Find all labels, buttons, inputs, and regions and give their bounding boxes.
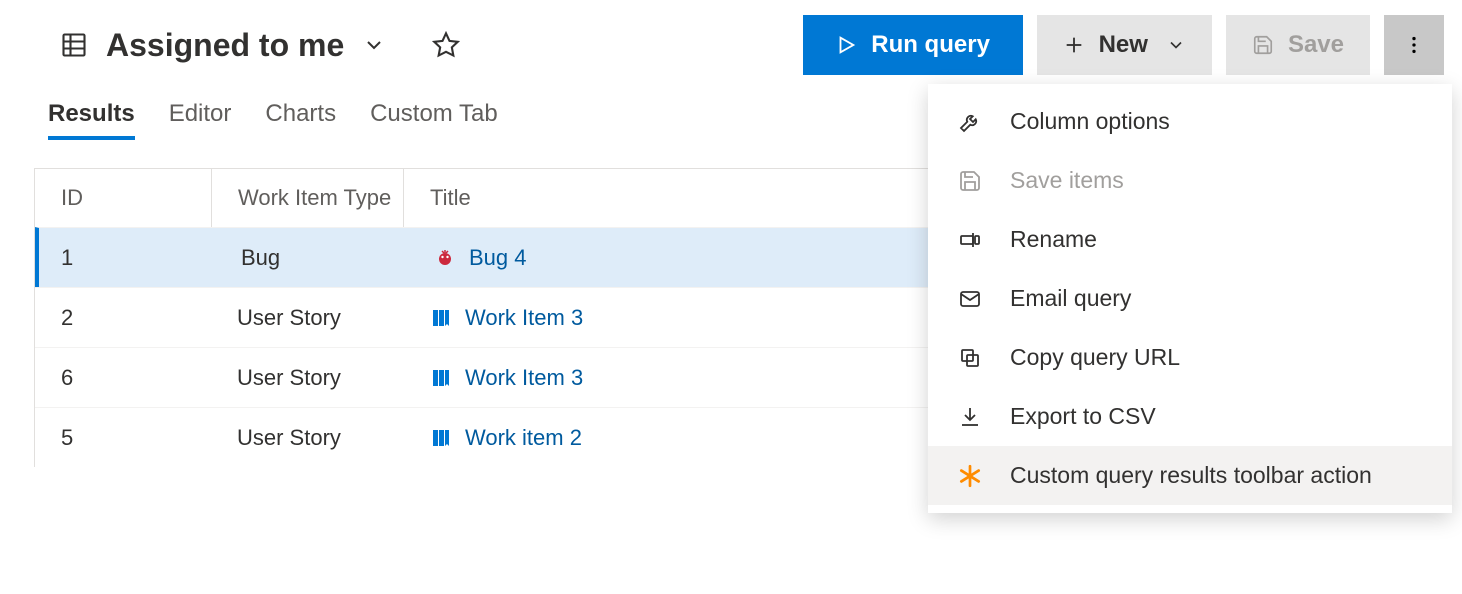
asterisk-icon — [956, 463, 984, 489]
column-id[interactable]: ID — [35, 185, 211, 211]
toolbar: Assigned to me Run query New — [0, 0, 1462, 72]
menu-save-items: Save items — [928, 151, 1452, 210]
work-item-link[interactable]: Work item 2 — [465, 425, 582, 451]
menu-label: Save items — [1010, 165, 1124, 196]
save-button: Save — [1226, 15, 1370, 75]
tab-results[interactable]: Results — [48, 100, 135, 140]
cell-id: 1 — [39, 245, 215, 271]
work-item-link[interactable]: Work Item 3 — [465, 365, 583, 391]
menu-column-options[interactable]: Column options — [928, 92, 1452, 151]
page-title: Assigned to me — [106, 27, 344, 64]
menu-email-query[interactable]: Email query — [928, 269, 1452, 328]
column-type[interactable]: Work Item Type — [211, 169, 403, 227]
query-list-icon — [60, 31, 88, 59]
run-query-button[interactable]: Run query — [803, 15, 1023, 75]
new-label: New — [1099, 31, 1148, 59]
cell-type: User Story — [211, 348, 403, 407]
chevron-down-icon[interactable] — [362, 33, 386, 57]
new-button[interactable]: New — [1037, 15, 1212, 75]
more-vertical-icon — [1403, 34, 1425, 56]
copy-icon — [956, 346, 984, 370]
menu-label: Copy query URL — [1010, 342, 1180, 373]
more-actions-menu: Column options Save items Rename Email q… — [928, 84, 1452, 513]
menu-label: Column options — [1010, 106, 1170, 137]
menu-label: Email query — [1010, 283, 1131, 314]
wrench-icon — [956, 110, 984, 134]
save-icon — [1252, 34, 1274, 56]
cell-id: 6 — [35, 365, 211, 391]
work-item-link[interactable]: Bug 4 — [469, 245, 527, 271]
plus-icon — [1063, 34, 1085, 56]
cell-id: 2 — [35, 305, 211, 331]
favorite-star-icon[interactable] — [432, 31, 460, 59]
work-item-link[interactable]: Work Item 3 — [465, 305, 583, 331]
menu-custom-action[interactable]: Custom query results toolbar action — [928, 446, 1452, 505]
menu-label: Custom query results toolbar action — [1010, 460, 1372, 491]
download-icon — [956, 405, 984, 429]
mail-icon — [956, 287, 984, 311]
save-icon — [956, 169, 984, 193]
more-actions-button[interactable] — [1384, 15, 1444, 75]
user-story-icon — [429, 306, 453, 330]
cell-type: User Story — [211, 288, 403, 347]
bug-icon — [433, 246, 457, 270]
save-label: Save — [1288, 31, 1344, 59]
menu-rename[interactable]: Rename — [928, 210, 1452, 269]
menu-copy-url[interactable]: Copy query URL — [928, 328, 1452, 387]
user-story-icon — [429, 366, 453, 390]
run-query-label: Run query — [871, 31, 990, 59]
rename-icon — [956, 228, 984, 252]
menu-export-csv[interactable]: Export to CSV — [928, 387, 1452, 446]
cell-type: Bug — [215, 228, 407, 287]
toolbar-actions: Run query New Save — [803, 15, 1462, 75]
user-story-icon — [429, 426, 453, 450]
tab-editor[interactable]: Editor — [169, 100, 232, 140]
menu-label: Export to CSV — [1010, 401, 1156, 432]
menu-label: Rename — [1010, 224, 1097, 255]
cell-type: User Story — [211, 408, 403, 467]
tab-custom[interactable]: Custom Tab — [370, 100, 498, 140]
chevron-down-icon — [1166, 35, 1186, 55]
tab-charts[interactable]: Charts — [265, 100, 336, 140]
play-icon — [835, 34, 857, 56]
header-left: Assigned to me — [60, 27, 460, 64]
cell-id: 5 — [35, 425, 211, 451]
